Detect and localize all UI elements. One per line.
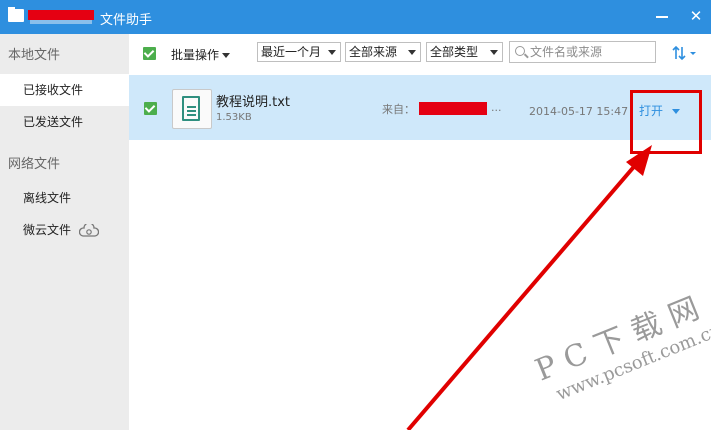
select-all-checkbox[interactable] [143,47,156,60]
file-date: 2014-05-17 15:47 [529,105,629,118]
type-filter-dropdown[interactable]: 全部类型 [426,42,503,62]
type-filter-label: 全部类型 [430,45,479,59]
file-source-ellipsis: ... [491,101,502,114]
chevron-down-icon [328,50,336,55]
cloud-icon [78,223,99,237]
sort-icon[interactable] [671,44,699,62]
sidebar-section-network: 网络文件 [8,157,61,172]
sidebar-item-label: 已发送文件 [23,115,84,129]
sidebar-item-sent[interactable]: 已发送文件 [0,106,129,138]
sidebar-item-label: 离线文件 [23,191,72,205]
file-name[interactable]: 教程说明.txt [216,91,290,110]
file-list: 教程说明.txt 1.53KB 来自： ... 2014-05-17 15:47… [129,72,711,430]
file-row-checkbox[interactable] [144,102,157,115]
redacted-title [28,10,94,20]
text-file-icon [172,89,212,129]
sidebar-item-received[interactable]: 已接收文件 [0,74,129,106]
chevron-down-icon [408,50,416,55]
minimize-button[interactable] [654,8,670,24]
sidebar: 本地文件 已接收文件 已发送文件 网络文件 离线文件 微云文件 [0,34,129,430]
search-input[interactable] [530,44,652,60]
search-box[interactable] [509,41,656,63]
file-size: 1.53KB [216,112,252,123]
title-bar: 文件助手 ✕ [0,0,711,34]
time-filter-dropdown[interactable]: 最近一个月 [257,42,341,62]
sidebar-section-local: 本地文件 [8,48,61,63]
highlight-box [630,90,702,154]
search-icon [515,46,525,56]
source-filter-label: 全部来源 [349,45,398,59]
time-filter-label: 最近一个月 [261,45,322,59]
chevron-down-icon [490,50,498,55]
file-row[interactable]: 教程说明.txt 1.53KB 来自： ... 2014-05-17 15:47… [129,75,711,140]
batch-operation-label: 批量操作 [171,48,220,62]
redacted-source [419,102,487,115]
close-button[interactable]: ✕ [688,8,704,24]
window-title: 文件助手 [100,13,153,28]
batch-operation-button[interactable]: 批量操作 [171,46,231,63]
sidebar-item-offline[interactable]: 离线文件 [0,182,129,214]
sidebar-item-label: 已接收文件 [23,83,84,97]
sidebar-item-weiyun[interactable]: 微云文件 [0,214,129,246]
folder-icon [8,7,24,22]
file-source-label: 来自： [382,103,415,116]
source-filter-dropdown[interactable]: 全部来源 [345,42,421,62]
sidebar-item-label: 微云文件 [23,223,72,237]
toolbar: 批量操作 最近一个月 全部来源 全部类型 [129,34,711,72]
chevron-down-icon [222,53,231,58]
